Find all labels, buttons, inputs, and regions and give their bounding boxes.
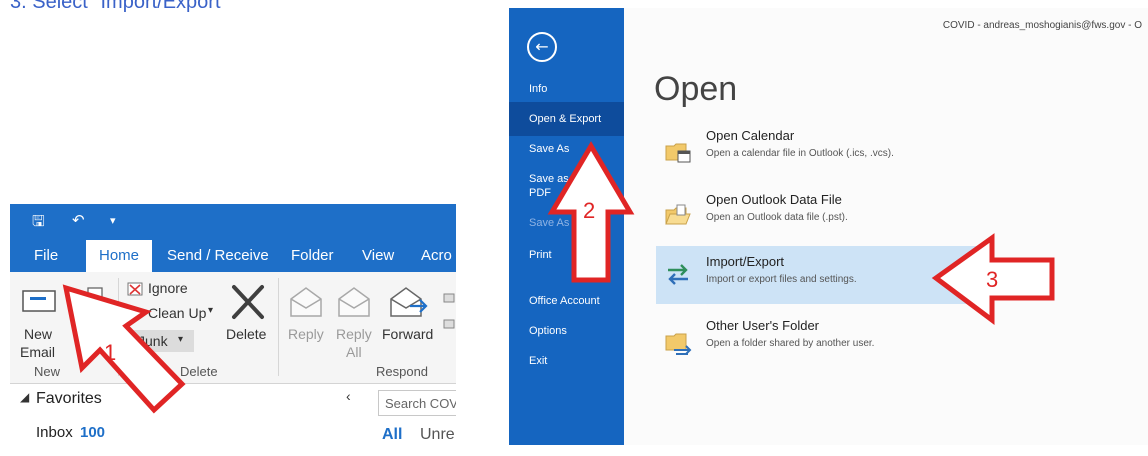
customize-qat-icon[interactable]: ▾ — [110, 214, 116, 227]
save-icon[interactable]: 🖫 — [32, 211, 45, 236]
annotation-number-2: 2 — [583, 198, 595, 223]
tab-send-receive[interactable]: Send / Receive — [167, 238, 269, 272]
tab-home[interactable]: Home — [86, 240, 152, 272]
filter-all[interactable]: All — [382, 426, 402, 444]
open-calendar-option[interactable]: Open Calendar Open a calendar file in Ou… — [656, 124, 986, 182]
group-separator — [278, 278, 279, 376]
menu-item-info[interactable]: Info — [509, 82, 624, 96]
ribbon-tabs: File Home Send / Receive Folder View Acr… — [10, 238, 456, 272]
tab-folder[interactable]: Folder — [291, 238, 334, 272]
option-title: Import/Export — [706, 254, 785, 269]
delete-button[interactable]: Delete — [222, 282, 274, 358]
quick-access-toolbar: 🖫 ↶ ▾ — [10, 204, 456, 238]
search-input[interactable]: Search COV — [378, 390, 456, 416]
menu-item-office-account[interactable]: Office Account — [509, 294, 624, 308]
reply-button[interactable]: Reply — [284, 282, 328, 358]
filter-unread[interactable]: Unre — [420, 426, 455, 444]
annotation-arrow-3: 3 — [931, 233, 1055, 325]
annotation-arrow-2: 2 — [547, 141, 635, 283]
step-instruction: 3. Select "Import/Export" — [10, 0, 228, 13]
option-desc: Import or export files and settings. — [706, 274, 857, 285]
import-export-arrows-icon — [668, 264, 688, 285]
annotation-arrow-1: 1 — [62, 284, 186, 414]
inbox-folder[interactable]: Inbox — [36, 424, 73, 441]
reply-all-label-1: Reply — [336, 326, 372, 342]
inbox-unread-count: 100 — [80, 424, 106, 441]
annotation-number-3: 3 — [986, 267, 998, 292]
tab-view[interactable]: View — [362, 238, 394, 272]
more-respond-icon[interactable] — [442, 292, 456, 332]
option-title: Open Outlook Data File — [706, 192, 842, 207]
clean-up-chevron-icon: ▾ — [208, 305, 214, 316]
account-title: COVID - andreas_moshogianis@fws.gov - O — [942, 20, 1142, 31]
undo-icon[interactable]: ↶ — [72, 211, 85, 229]
menu-item-open-export[interactable]: Open & Export — [509, 102, 624, 136]
folder-calendar-icon — [665, 143, 691, 163]
group-label-respond: Respond — [376, 364, 429, 379]
folder-open-icon — [665, 204, 691, 225]
menu-item-options[interactable]: Options — [509, 324, 624, 338]
shared-folder-icon — [665, 333, 692, 355]
reply-label: Reply — [288, 326, 324, 342]
option-desc: Open a calendar file in Outlook (.ics, .… — [706, 148, 894, 159]
annotation-number-1: 1 — [104, 340, 116, 365]
collapse-triangle-icon[interactable]: ◢ — [20, 390, 29, 404]
reply-all-button[interactable]: Reply All — [332, 282, 376, 362]
delete-x-icon — [232, 285, 264, 319]
reply-all-icon — [338, 287, 370, 317]
tab-file[interactable]: File — [34, 238, 58, 272]
back-arrow-icon[interactable]: ← — [527, 32, 557, 62]
collapse-pane-icon[interactable]: ‹ — [346, 388, 351, 404]
reply-icon — [290, 287, 322, 317]
option-desc: Open an Outlook data file (.pst). — [706, 212, 848, 223]
tab-acrobat[interactable]: Acro — [421, 238, 452, 272]
forward-label: Forward — [382, 326, 434, 342]
option-title: Other User's Folder — [706, 318, 820, 333]
page-title: Open — [654, 70, 738, 108]
menu-item-exit[interactable]: Exit — [509, 354, 624, 368]
forward-button[interactable]: Forward — [380, 282, 438, 358]
option-title: Open Calendar — [706, 128, 795, 143]
reply-all-label-2: All — [346, 344, 362, 360]
option-desc: Open a folder shared by another user. — [706, 338, 875, 349]
delete-label: Delete — [226, 326, 267, 342]
search-placeholder: Search COV — [385, 396, 456, 411]
forward-icon — [390, 287, 428, 317]
